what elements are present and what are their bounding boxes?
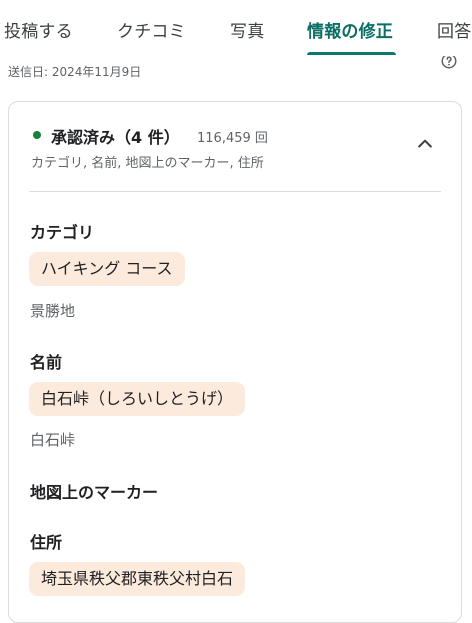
field-label-category: カテゴリ: [30, 223, 95, 242]
new-value-chip-category: ハイキング コース: [29, 252, 185, 286]
new-value-chip-name: 白石峠（しろいしとうげ）: [29, 382, 246, 416]
edit-card: 承認済み（4 件） 116,459 回 カテゴリ, 名前, 地図上のマーカー, …: [8, 101, 462, 623]
tab-photos[interactable]: 写真: [230, 17, 264, 42]
approved-status-dot: [33, 131, 41, 139]
edit-status: 承認済み（4 件）: [51, 128, 180, 147]
divider: [29, 191, 441, 192]
old-value-category: 景勝地: [30, 302, 76, 320]
view-count: 116,459 回: [197, 131, 268, 146]
tab-post[interactable]: 投稿する: [4, 17, 73, 42]
tab-bar: 投稿する クチコミ 写真 情報の修正 回答: [0, 0, 472, 56]
edit-summary: カテゴリ, 名前, 地図上のマーカー, 住所: [31, 156, 264, 171]
chevron-up-icon[interactable]: [415, 134, 435, 154]
field-label-address: 住所: [30, 533, 63, 552]
tab-answers[interactable]: 回答: [437, 17, 471, 42]
active-tab-indicator: [307, 52, 396, 55]
field-label-name: 名前: [30, 353, 63, 372]
old-value-name: 白石峠: [30, 431, 76, 449]
tab-reviews[interactable]: クチコミ: [117, 17, 186, 42]
sent-date: 送信日: 2024年11月9日: [8, 65, 142, 79]
field-label-map-marker: 地図上のマーカー: [30, 483, 159, 502]
tab-edits[interactable]: 情報の修正: [307, 17, 393, 42]
